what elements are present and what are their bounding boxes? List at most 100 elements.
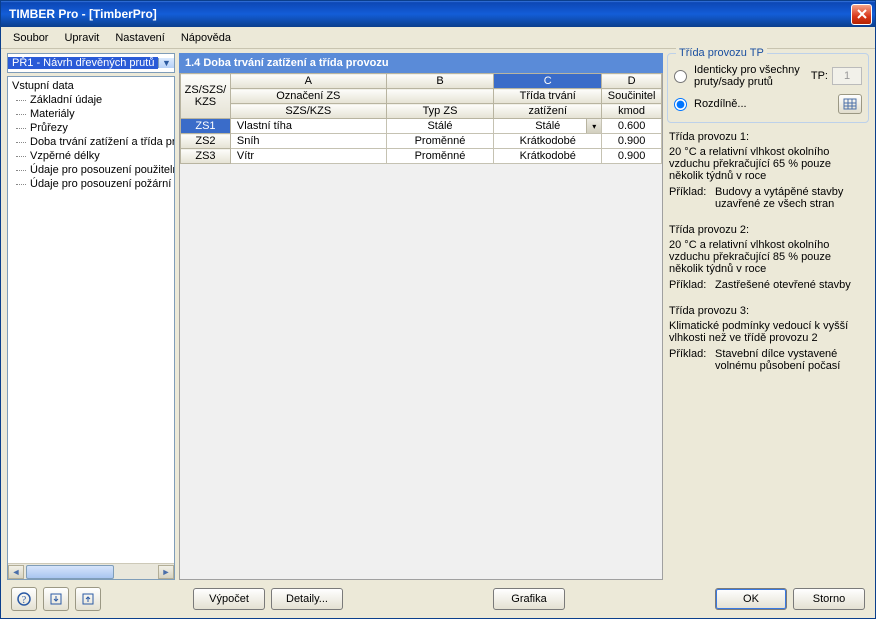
cancel-button[interactable]: Storno (793, 588, 865, 610)
tp-groupbox: Třída provozu TP Identicky pro všechny p… (667, 53, 869, 123)
example-label: Příklad: (669, 186, 709, 210)
info-example: Příklad:Stavební dílce vystavené volnému… (669, 348, 867, 372)
info-block: Třída provozu 3: Klimatické podmínky vedo… (669, 305, 867, 372)
cell-kmod[interactable]: 0.900 (602, 134, 662, 149)
radio-identical-label: Identicky pro všechny pruty/sady prutů (694, 64, 807, 88)
graphics-button[interactable]: Grafika (493, 588, 565, 610)
tp-spinner[interactable]: 1 (832, 67, 862, 85)
app-window: TIMBER Pro - [TimberPro] Soubor Upravit … (0, 0, 876, 619)
radio-different[interactable] (674, 98, 687, 111)
edit-table-button[interactable] (838, 94, 862, 114)
left-panel: PŘ1 - Návrh dřevěných prutů ▼ Vstupní da… (7, 53, 175, 580)
details-button[interactable]: Detaily... (271, 588, 343, 610)
help-icon: ? (17, 592, 31, 606)
info-title: Třída provozu 1: (669, 131, 867, 143)
cell-name[interactable]: Sníh (230, 134, 386, 149)
table-row[interactable]: ZS2SníhProměnnéKrátkodobé0.900 (181, 134, 662, 149)
info-block: Třída provozu 1: 20 °C a relativní vlhkos… (669, 131, 867, 210)
example-text: Zastřešené otevřené stavby (715, 279, 851, 291)
info-example: Příklad: Zastřešené otevřené stavby (669, 279, 867, 291)
grid-header: zatížení (494, 104, 602, 119)
grid-header: kmod (602, 104, 662, 119)
tree-node[interactable]: Údaje pro posouzení použitelnosti (8, 163, 174, 177)
tp-label: TP: (811, 70, 828, 82)
row-id[interactable]: ZS1 (181, 119, 231, 134)
table-row[interactable]: ZS3VítrProměnnéKrátkodobé0.900 (181, 149, 662, 164)
cell-type[interactable]: Proměnné (386, 149, 494, 164)
cell-duration[interactable]: Krátkodobé (494, 134, 602, 149)
cell-kmod[interactable]: 0.900 (602, 149, 662, 164)
example-label: Příklad: (669, 348, 709, 372)
radio-identical[interactable] (674, 70, 687, 83)
table-row[interactable]: ZS1Vlastní tíhaStáléStálé▾0.600 (181, 119, 662, 134)
rowhdr-label: ZS/SZS/ KZS (181, 74, 231, 119)
grid-header: Označení ZS (230, 89, 386, 104)
grid-header-row1: Označení ZS Třída trvání Součinitel (181, 89, 662, 104)
nav-tree[interactable]: Vstupní data Základní údaje Materiály Pr… (7, 76, 175, 580)
cell-duration[interactable]: Stálé▾ (494, 119, 602, 134)
col-letter[interactable]: D (602, 74, 662, 89)
tree-node[interactable]: Materiály (8, 107, 174, 121)
grid[interactable]: ZS/SZS/ KZS A B C D Označení ZS Třída tr… (179, 73, 663, 580)
menubar: Soubor Upravit Nastavení Nápověda (1, 27, 875, 49)
scroll-left-icon[interactable]: ◄ (8, 565, 24, 579)
info-desc: 20 °C a relativní vlhkost okolního vzduc… (669, 239, 867, 275)
section-header: 1.4 Doba trvání zatížení a třída provozu (179, 53, 663, 73)
radio-identical-row[interactable]: Identicky pro všechny pruty/sady prutů T… (674, 64, 862, 88)
ok-button[interactable]: OK (715, 588, 787, 610)
case-combo-text: PŘ1 - Návrh dřevěných prutů (8, 57, 158, 69)
grid-header (386, 89, 494, 104)
menu-edit[interactable]: Upravit (56, 29, 107, 47)
radio-different-row[interactable]: Rozdílně... (674, 94, 862, 114)
info-desc: 20 °C a relativní vlhkost okolního vzduc… (669, 146, 867, 182)
help-button[interactable]: ? (11, 587, 37, 611)
radio-different-label: Rozdílně... (694, 98, 747, 110)
col-letter[interactable]: B (386, 74, 494, 89)
titlebar: TIMBER Pro - [TimberPro] (1, 1, 875, 27)
scroll-right-icon[interactable]: ► (158, 565, 174, 579)
info-example: Příklad:Budovy a vytápěné stavby uzavřen… (669, 186, 867, 210)
cell-type[interactable]: Stálé (386, 119, 494, 134)
groupbox-legend: Třída provozu TP (676, 47, 767, 59)
export-button[interactable] (75, 587, 101, 611)
close-button[interactable] (851, 4, 872, 25)
tree-node[interactable]: Údaje pro posouzení požární odolnosti (8, 177, 174, 191)
right-panel: Třída provozu TP Identicky pro všechny p… (667, 53, 869, 580)
col-letter[interactable]: A (230, 74, 386, 89)
tree-scrollbar[interactable]: ◄ ► (8, 563, 174, 579)
center-panel: 1.4 Doba trvání zatížení a třída provozu… (179, 53, 663, 580)
tree-node[interactable]: Doba trvání zatížení a třída provozu (8, 135, 174, 149)
tree-node[interactable]: Průřezy (8, 121, 174, 135)
cell-name[interactable]: Vlastní tíha (230, 119, 386, 134)
menu-settings[interactable]: Nastavení (107, 29, 173, 47)
scroll-thumb[interactable] (26, 565, 114, 579)
row-id[interactable]: ZS3 (181, 149, 231, 164)
info-block: Třída provozu 2: 20 °C a relativní vlhkos… (669, 224, 867, 291)
svg-text:?: ? (22, 595, 27, 606)
import-button[interactable] (43, 587, 69, 611)
cell-name[interactable]: Vítr (230, 149, 386, 164)
tree-node[interactable]: Základní údaje (8, 93, 174, 107)
body-area: PŘ1 - Návrh dřevěných prutů ▼ Vstupní da… (1, 49, 875, 580)
cell-duration[interactable]: Krátkodobé (494, 149, 602, 164)
info-title: Třída provozu 2: (669, 224, 867, 236)
export-icon (81, 592, 95, 606)
cell-kmod[interactable]: 0.600 (602, 119, 662, 134)
menu-help[interactable]: Nápověda (173, 29, 239, 47)
info-title: Třída provozu 3: (669, 305, 867, 317)
col-letter[interactable]: C (494, 74, 602, 89)
info-desc: Klimatické podmínky vedoucí k vyšší vlhk… (669, 320, 867, 344)
tree-node[interactable]: Vzpěrné délky (8, 149, 174, 163)
dropdown-arrow-icon[interactable]: ▾ (586, 119, 601, 133)
close-icon (856, 8, 868, 20)
import-icon (49, 592, 63, 606)
row-id[interactable]: ZS2 (181, 134, 231, 149)
case-combo[interactable]: PŘ1 - Návrh dřevěných prutů ▼ (7, 53, 175, 73)
chevron-down-icon[interactable]: ▼ (158, 58, 174, 68)
tree-root[interactable]: Vstupní data (8, 79, 174, 93)
menu-file[interactable]: Soubor (5, 29, 56, 47)
example-label: Příklad: (669, 279, 709, 291)
cell-type[interactable]: Proměnné (386, 134, 494, 149)
calc-button[interactable]: Výpočet (193, 588, 265, 610)
grid-header-row2: SZS/KZS Typ ZS zatížení kmod (181, 104, 662, 119)
